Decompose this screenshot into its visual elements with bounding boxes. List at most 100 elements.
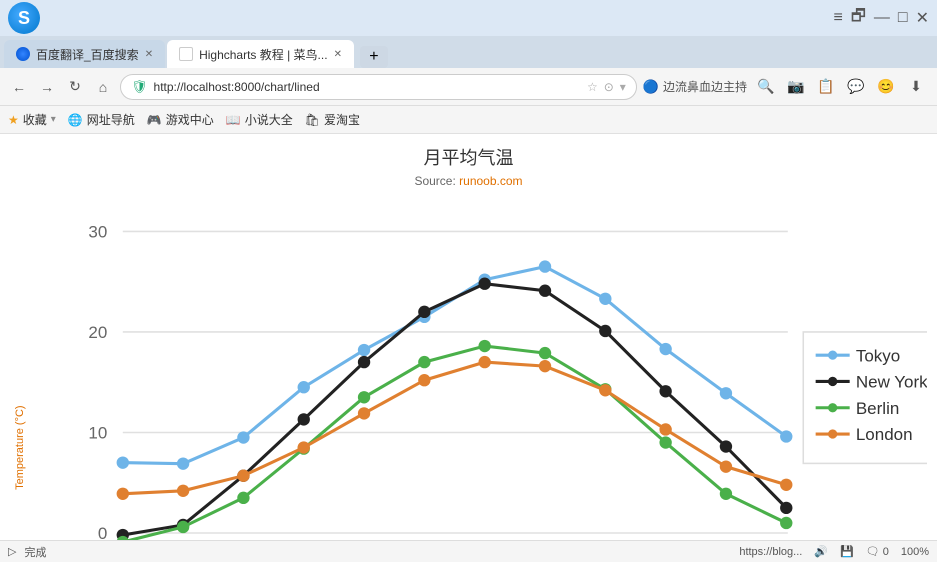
address-text: http://localhost:8000/chart/lined xyxy=(154,80,581,94)
berlin-dot-4 xyxy=(358,391,370,403)
berlin-dot-10 xyxy=(720,488,732,500)
address-bar[interactable]: 🛡 http://localhost:8000/chart/lined ☆ ⊙ … xyxy=(120,74,637,100)
emoji-button[interactable]: 😊 xyxy=(873,74,899,100)
tab-close-hc[interactable]: ✕ xyxy=(334,49,342,60)
london-dot-5 xyxy=(418,374,430,386)
tab-baidu[interactable]: 百度翻译_百度搜索 ✕ xyxy=(4,40,165,68)
status-left: ▷ 完成 xyxy=(8,544,46,560)
page-content: 月平均气温 Source: runoob.com Temperature (°C… xyxy=(0,134,937,540)
status-text: 完成 xyxy=(24,544,46,560)
london-line xyxy=(123,362,786,494)
shop-icon: 🛍 xyxy=(305,113,320,127)
ny-dot-8 xyxy=(599,325,611,337)
berlin-dot-6 xyxy=(479,340,491,352)
tab-favicon-hc xyxy=(179,47,193,61)
minimize-icon[interactable]: — xyxy=(874,9,890,27)
restore-icon[interactable]: 🗗 xyxy=(851,5,866,32)
home-button[interactable]: ⌂ xyxy=(92,76,114,98)
london-dot-6 xyxy=(479,356,491,368)
tab-highcharts[interactable]: Highcharts 教程 | 菜鸟... ✕ xyxy=(167,40,354,68)
chart-container: 月平均气温 Source: runoob.com Temperature (°C… xyxy=(0,134,937,540)
london-dot-3 xyxy=(298,441,310,453)
ny-line xyxy=(123,284,786,535)
games-label: 游戏中心 xyxy=(166,111,214,128)
chart-area: Temperature (°C) 30 xyxy=(0,198,937,540)
london-dot-1 xyxy=(177,485,189,497)
bookmark-novels[interactable]: 📖 小说大全 xyxy=(226,111,293,128)
ny-dot-9 xyxy=(659,385,671,397)
chart-source: runoob.com xyxy=(459,174,522,188)
screenshot-button[interactable]: 📷 xyxy=(783,74,809,100)
new-tab-button[interactable]: + xyxy=(360,46,388,68)
tokyo-dot-10 xyxy=(720,387,732,399)
novels-label: 小说大全 xyxy=(245,111,293,128)
game-icon: 🎮 xyxy=(147,113,162,127)
bookmark-taobao[interactable]: 🛍 爱淘宝 xyxy=(305,111,360,128)
back-button[interactable]: ← xyxy=(8,76,30,98)
london-dot-4 xyxy=(358,407,370,419)
chart-svg: 30 20 10 0 −10 一月 二月 三月 四月 五月 六月 七月 八月 xyxy=(30,198,927,540)
legend-berlin-dot xyxy=(828,403,837,412)
browser-logo: S xyxy=(8,2,40,34)
ny-dot-11 xyxy=(780,502,792,514)
status-right: https://blog... 🔊 💾 🗨 0 100% xyxy=(739,545,929,558)
user-area: 🔵 边流鼻血边主持 xyxy=(643,78,747,95)
chat-button[interactable]: 💬 xyxy=(843,74,869,100)
nav-actions: 🔍 📷 📋 💬 😊 ⬇ xyxy=(753,74,929,100)
security-icon: 🛡 xyxy=(131,79,148,95)
play-icon: ▷ xyxy=(8,545,16,558)
london-dot-8 xyxy=(599,384,611,396)
window-controls: ≡ 🗗 — □ ✕ xyxy=(834,5,929,32)
london-dot-11 xyxy=(780,479,792,491)
tokyo-dot-9 xyxy=(659,343,671,355)
svg-text:10: 10 xyxy=(88,424,107,443)
berlin-dot-2 xyxy=(237,492,249,504)
refresh-button[interactable]: ↻ xyxy=(64,76,86,98)
bing-icon: 🔵 xyxy=(643,79,659,95)
tokyo-dot-2 xyxy=(237,431,249,443)
legend-ny-label: New York xyxy=(856,373,927,392)
berlin-dot-9 xyxy=(659,436,671,448)
tokyo-dot-3 xyxy=(298,381,310,393)
search-button[interactable]: 🔍 xyxy=(753,74,779,100)
tokyo-dot-0 xyxy=(117,456,129,468)
tokyo-dot-11 xyxy=(780,430,792,442)
london-dot-9 xyxy=(659,423,671,435)
tokyo-dot-8 xyxy=(599,293,611,305)
storage-icon: 💾 xyxy=(840,545,854,558)
tab-close-baidu[interactable]: ✕ xyxy=(145,49,153,60)
ny-dot-3 xyxy=(298,413,310,425)
maximize-icon[interactable]: □ xyxy=(898,9,908,27)
y-axis-label: Temperature (°C) xyxy=(10,198,30,540)
bookmark-nav[interactable]: 🌐 网址导航 xyxy=(68,111,135,128)
legend-london-label: London xyxy=(856,425,913,444)
more-icon[interactable]: ▾ xyxy=(620,80,626,94)
bookmark-games[interactable]: 🎮 游戏中心 xyxy=(147,111,214,128)
tab-bar: 百度翻译_百度搜索 ✕ Highcharts 教程 | 菜鸟... ✕ + xyxy=(0,36,937,68)
menu-icon[interactable]: ≡ xyxy=(834,9,843,27)
bookmark-favorites[interactable]: ★ 收藏 ▾ xyxy=(8,111,56,128)
london-dot-2 xyxy=(237,470,249,482)
legend-tokyo-label: Tokyo xyxy=(856,346,900,365)
bookmark-page-icon[interactable]: ☆ xyxy=(587,80,598,94)
berlin-dot-5 xyxy=(418,356,430,368)
forward-button[interactable]: → xyxy=(36,76,58,98)
close-icon[interactable]: ✕ xyxy=(916,8,929,28)
ny-dot-6 xyxy=(479,278,491,290)
tagline: 边流鼻血边主持 xyxy=(663,78,747,95)
chart-title: 月平均气温 xyxy=(424,144,514,170)
download-button[interactable]: ⬇ xyxy=(903,74,929,100)
nav-label: 网址导航 xyxy=(87,111,135,128)
chart-subtitle: Source: runoob.com xyxy=(414,174,522,188)
book-icon: 📖 xyxy=(226,113,241,127)
favorites-label: 收藏 xyxy=(23,111,47,128)
favorites-dropdown[interactable]: ▾ xyxy=(51,114,56,125)
zoom-level: 100% xyxy=(901,546,929,558)
ny-dot-7 xyxy=(539,285,551,297)
london-dot-7 xyxy=(539,360,551,372)
berlin-dot-7 xyxy=(539,347,551,359)
ny-dot-10 xyxy=(720,440,732,452)
berlin-dot-1 xyxy=(177,521,189,533)
rss-icon[interactable]: ⊙ xyxy=(604,80,614,94)
sidebar-button[interactable]: 📋 xyxy=(813,74,839,100)
